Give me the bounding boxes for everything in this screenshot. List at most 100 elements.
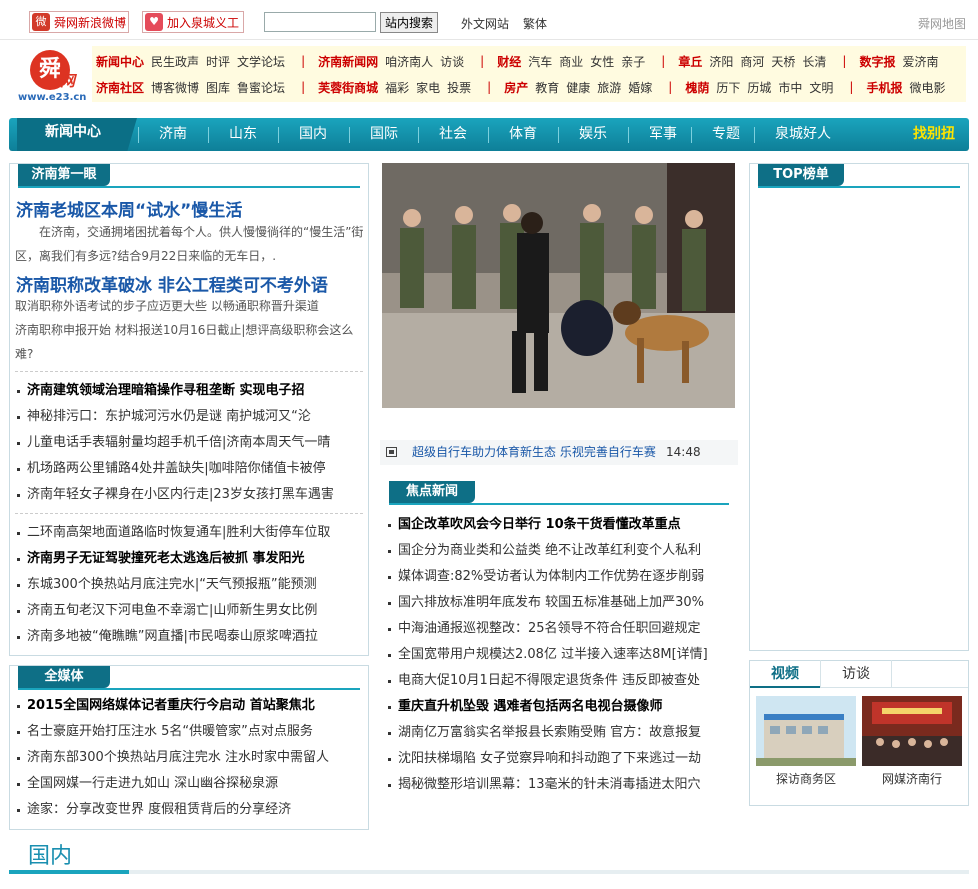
- channel-link[interactable]: 商河: [740, 53, 764, 70]
- channel-head-link[interactable]: 房产: [504, 79, 528, 96]
- video-thumb-2[interactable]: [862, 696, 962, 766]
- list-item[interactable]: 国企分为商业类和公益类 绝不让改革红利变个人私利: [386, 538, 736, 564]
- video-thumb-2-label[interactable]: 网媒济南行: [862, 770, 962, 787]
- channel-link[interactable]: 女性: [590, 53, 614, 70]
- channel-link[interactable]: 天桥: [771, 53, 795, 70]
- site-logo[interactable]: 舜 网 www.e23.cn: [18, 50, 88, 106]
- list-item[interactable]: 途家：分享改变世界 度假租赁背后的分享经济: [15, 797, 365, 823]
- list-item[interactable]: 东城300个换热站月底注完水|“天气预报瓶”能预测: [15, 572, 365, 598]
- jinan-headline-2[interactable]: 济南职称改革破冰 非公工程类可不考外语: [16, 271, 368, 296]
- channel-link[interactable]: 家电: [416, 79, 440, 96]
- nav-home[interactable]: 新闻中心: [17, 118, 137, 151]
- channel-head-link[interactable]: 芙蓉街商城: [318, 79, 378, 96]
- top-tab[interactable]: TOP榜单: [758, 164, 844, 186]
- list-item[interactable]: 全国宽带用户规模达2.08亿 过半接入速率达8M[详情]: [386, 642, 736, 668]
- nav-item[interactable]: 山东: [229, 118, 257, 151]
- list-item[interactable]: 全国网媒一行走进九如山 深山幽谷探秘泉源: [15, 771, 365, 797]
- list-item[interactable]: 机场路两公里铺路4处井盖缺失|咖啡陪你储值卡被停: [15, 456, 365, 482]
- section-title-domestic[interactable]: 国内: [28, 838, 72, 870]
- channel-link[interactable]: 福彩: [385, 79, 409, 96]
- channel-link[interactable]: 访谈: [440, 53, 464, 70]
- nav-item[interactable]: 泉城好人: [775, 118, 831, 151]
- list-item[interactable]: 济南五旬老汉下河电鱼不幸溺亡|山师新生男女比例: [15, 598, 365, 624]
- channel-link[interactable]: 时评: [206, 53, 230, 70]
- list-item[interactable]: 2015全国网络媒体记者重庆行今启动 首站聚焦北: [15, 693, 365, 719]
- foreign-sites-link[interactable]: 外文网站: [461, 15, 509, 32]
- channel-link[interactable]: 长清: [802, 53, 826, 70]
- list-item[interactable]: 国六排放标准明年底发布 较国五标准基础上加严30%: [386, 590, 736, 616]
- list-item[interactable]: 济南多地被“俺瞧瞧”网直播|市民喝泰山原浆啤酒拉: [15, 624, 365, 650]
- list-item[interactable]: 二环南高架地面道路临时恢复通车|胜利大街停车位取: [15, 520, 365, 546]
- media-tab[interactable]: 全媒体: [18, 666, 110, 688]
- channel-link[interactable]: 文学论坛: [237, 53, 285, 70]
- list-item[interactable]: 国企改革吹风会今日举行 10条干货看懂改革重点: [386, 512, 736, 538]
- list-item[interactable]: 济南男子无证驾驶撞死老太逃逸后被抓 事发阳光: [15, 546, 365, 572]
- channel-link[interactable]: 民生政声: [151, 53, 199, 70]
- channel-head-link[interactable]: 槐荫: [685, 79, 709, 96]
- jinan-summary-2b[interactable]: 济南职称申报开始 材料报送10月16日截止|想评高级职称会这么难?: [15, 318, 365, 366]
- focus-tab[interactable]: 焦点新闻: [389, 481, 475, 503]
- channel-head-link[interactable]: 济南社区: [96, 79, 144, 96]
- channel-link[interactable]: 婚嫁: [628, 79, 652, 96]
- channel-link[interactable]: 旅游: [597, 79, 621, 96]
- list-item[interactable]: 济南东部300个换热站月底注完水 注水时家中需留人: [15, 745, 365, 771]
- channel-link[interactable]: 济阳: [709, 53, 733, 70]
- feature-photo[interactable]: [382, 163, 735, 408]
- join-volunteer-link[interactable]: ♥ 加入泉城义工: [142, 11, 244, 33]
- list-item[interactable]: 神秘排污口：东护城河污水仍是谜 南护城河又“沦: [15, 404, 365, 430]
- channel-link[interactable]: 教育: [535, 79, 559, 96]
- search-input[interactable]: [264, 12, 376, 32]
- channel-link[interactable]: 鲁蜜论坛: [237, 79, 285, 96]
- channel-link[interactable]: 历下: [716, 79, 740, 96]
- channel-head-link[interactable]: 数字报: [859, 53, 895, 70]
- photo-caption[interactable]: 超级自行车助力体育新生态 乐视完善自行车赛 14:48: [380, 440, 738, 465]
- list-item[interactable]: 沈阳扶梯塌陷 女子觉察异响和抖动跑了下来逃过一劫: [386, 746, 736, 772]
- list-item[interactable]: 重庆直升机坠毁 遇难者包括两名电视台摄像师: [386, 694, 736, 720]
- channel-link[interactable]: 咱济南人: [385, 53, 433, 70]
- nav-item[interactable]: 娱乐: [579, 118, 607, 151]
- nav-item[interactable]: 国际: [370, 118, 398, 151]
- channel-head-link[interactable]: 财经: [497, 53, 521, 70]
- jinan-tab[interactable]: 济南第一眼: [18, 164, 110, 186]
- nav-item[interactable]: 体育: [509, 118, 537, 151]
- weibo-link[interactable]: 微 舜网新浪微博: [29, 11, 129, 33]
- list-item[interactable]: 电商大促10月1日起不得限定退货条件 违反即被查处: [386, 668, 736, 694]
- channel-link[interactable]: 亲子: [621, 53, 645, 70]
- photo-caption-text[interactable]: 超级自行车助力体育新生态 乐视完善自行车赛: [412, 440, 656, 465]
- nav-item[interactable]: 社会: [439, 118, 467, 151]
- list-item[interactable]: 中海油通报巡视整改：25名领导不符合任职回避规定: [386, 616, 736, 642]
- channel-link[interactable]: 微电影: [909, 79, 945, 96]
- nav-item[interactable]: 专题: [712, 118, 740, 151]
- channel-head-link[interactable]: 章丘: [678, 53, 702, 70]
- tab-interview[interactable]: 访谈: [820, 660, 892, 688]
- jinan-headline-1[interactable]: 济南老城区本周“试水”慢生活: [16, 196, 368, 221]
- list-item[interactable]: 媒体调查:82%受访者认为体制内工作优势在逐步削弱: [386, 564, 736, 590]
- search-button[interactable]: 站内搜索: [380, 12, 438, 33]
- traditional-chinese-link[interactable]: 繁体: [523, 15, 547, 32]
- list-item[interactable]: 揭秘微整形培训黑幕：13毫米的针未消毒插进太阳穴: [386, 772, 736, 798]
- nav-item[interactable]: 济南: [159, 118, 187, 151]
- list-item[interactable]: 儿童电话手表辐射量均超手机千倍|济南本周天气一晴: [15, 430, 365, 456]
- channel-head-link[interactable]: 济南新闻网: [318, 53, 378, 70]
- list-item[interactable]: 济南建筑领域治理暗箱操作寻租垄断 实现电子招: [15, 378, 365, 404]
- nav-find-error[interactable]: 找别扭: [913, 118, 955, 151]
- tab-video[interactable]: 视频: [750, 660, 820, 688]
- channel-link[interactable]: 汽车: [528, 53, 552, 70]
- nav-item[interactable]: 军事: [649, 118, 677, 151]
- sitemap-link[interactable]: 舜网地图: [918, 15, 966, 32]
- channel-link[interactable]: 健康: [566, 79, 590, 96]
- jinan-summary-2a[interactable]: 取消职称外语考试的步子应迈更大些 以畅通职称晋升渠道: [15, 294, 365, 318]
- channel-link[interactable]: 爱济南: [902, 53, 938, 70]
- video-thumb-1-label[interactable]: 探访商务区: [756, 770, 856, 787]
- channel-head-link[interactable]: 新闻中心: [96, 53, 144, 70]
- nav-item[interactable]: 国内: [299, 118, 327, 151]
- video-thumb-1[interactable]: [756, 696, 856, 766]
- list-item[interactable]: 济南年轻女子裸身在小区内行走|23岁女孩打黑车遇害: [15, 482, 365, 508]
- channel-link[interactable]: 博客微博: [151, 79, 199, 96]
- channel-head-link[interactable]: 手机报: [866, 79, 902, 96]
- list-item[interactable]: 名士豪庭开始打压注水 5名“供暖管家”点对点服务: [15, 719, 365, 745]
- channel-link[interactable]: 市中: [778, 79, 802, 96]
- channel-link[interactable]: 历城: [747, 79, 771, 96]
- channel-link[interactable]: 图库: [206, 79, 230, 96]
- channel-link[interactable]: 商业: [559, 53, 583, 70]
